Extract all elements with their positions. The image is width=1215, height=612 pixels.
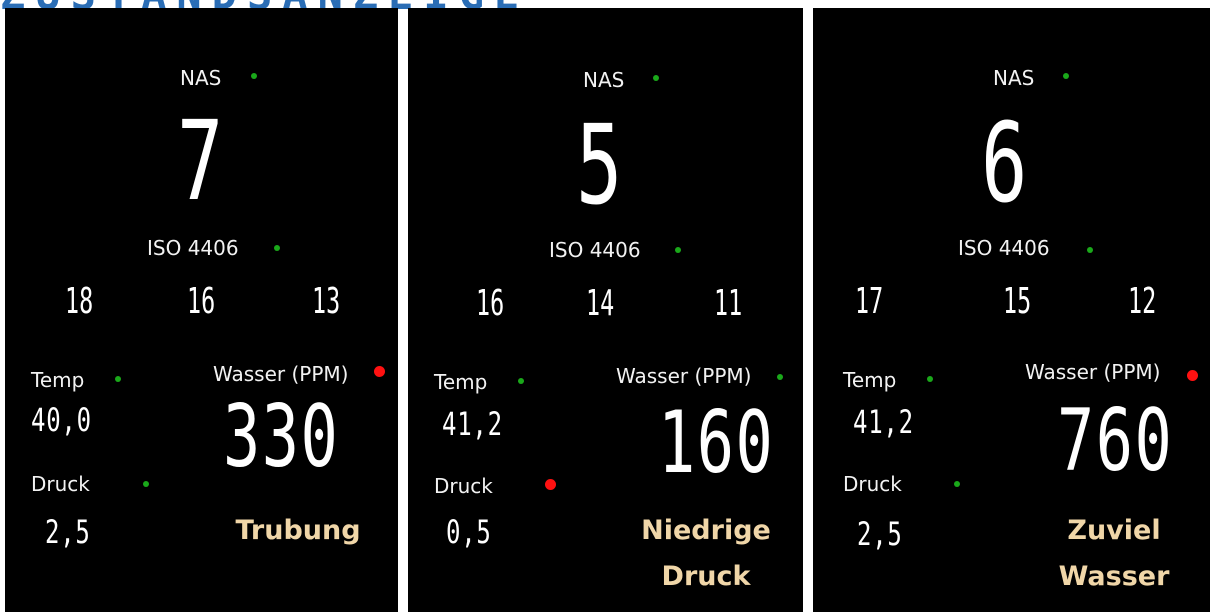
iso-label: ISO 4406 (958, 236, 1050, 260)
monitor-panel-3: NAS 6 ISO 4406 17 15 12 Temp 41,2 Wasser… (813, 8, 1210, 612)
temp-label: Temp (434, 370, 488, 394)
iso-indicator-dot (1087, 247, 1093, 253)
pressure-label: Druck (31, 472, 90, 496)
temp-value: 40,0 (31, 401, 92, 439)
status-line-2: Wasser (1058, 561, 1170, 592)
nas-label: NAS (180, 66, 222, 90)
nas-indicator-dot (251, 73, 257, 79)
iso-code-2: 14 (586, 283, 615, 324)
temp-indicator-dot (115, 376, 121, 382)
status-line-1: Niedrige (641, 515, 771, 546)
iso-code-3: 13 (312, 281, 341, 322)
iso-code-1: 18 (65, 281, 94, 322)
water-value: 160 (658, 393, 775, 493)
nas-label: NAS (993, 66, 1035, 90)
monitor-panel-2: NAS 5 ISO 4406 16 14 11 Temp 41,2 Wasser… (408, 8, 803, 612)
iso-code-1: 16 (476, 283, 505, 324)
temp-indicator-dot (518, 378, 524, 384)
iso-code-3: 11 (714, 283, 743, 324)
water-indicator-dot (1187, 370, 1198, 381)
pressure-value: 2,5 (45, 513, 91, 551)
pressure-value: 2,5 (857, 515, 903, 553)
temp-label: Temp (843, 368, 897, 392)
water-indicator-dot (777, 374, 783, 380)
iso-code-2: 16 (187, 281, 216, 322)
water-label: Wasser (PPM) (213, 362, 349, 386)
nas-label: NAS (583, 68, 625, 92)
temp-value: 41,2 (442, 405, 503, 443)
water-value: 760 (1057, 391, 1174, 491)
iso-code-2: 15 (1003, 281, 1032, 322)
iso-code-1: 17 (855, 281, 884, 322)
nas-value: 6 (981, 99, 1028, 227)
iso-label: ISO 4406 (147, 236, 239, 260)
water-label: Wasser (PPM) (1025, 360, 1161, 384)
nas-value: 5 (576, 101, 623, 229)
nas-value: 7 (177, 97, 224, 225)
iso-indicator-dot (675, 247, 681, 253)
monitor-panel-1: NAS 7 ISO 4406 18 16 13 Temp 40,0 Wasser… (5, 8, 398, 612)
iso-indicator-dot (274, 245, 280, 251)
pressure-indicator-dot (545, 479, 556, 490)
iso-code-3: 12 (1128, 281, 1157, 322)
pressure-indicator-dot (954, 481, 960, 487)
iso-label: ISO 4406 (549, 238, 641, 262)
water-indicator-dot (374, 366, 385, 377)
status-line-1: Zuviel (1067, 515, 1161, 546)
pressure-label: Druck (434, 474, 493, 498)
temp-indicator-dot (927, 376, 933, 382)
pressure-label: Druck (843, 472, 902, 496)
temp-label: Temp (31, 368, 85, 392)
water-value: 330 (223, 387, 340, 487)
temp-value: 41,2 (853, 403, 914, 441)
water-label: Wasser (PPM) (616, 364, 752, 388)
status-line-2: Druck (661, 561, 751, 592)
nas-indicator-dot (653, 75, 659, 81)
pressure-value: 0,5 (446, 513, 492, 551)
nas-indicator-dot (1063, 73, 1069, 79)
pressure-indicator-dot (143, 481, 149, 487)
status-line-1: Trubung (235, 515, 361, 546)
